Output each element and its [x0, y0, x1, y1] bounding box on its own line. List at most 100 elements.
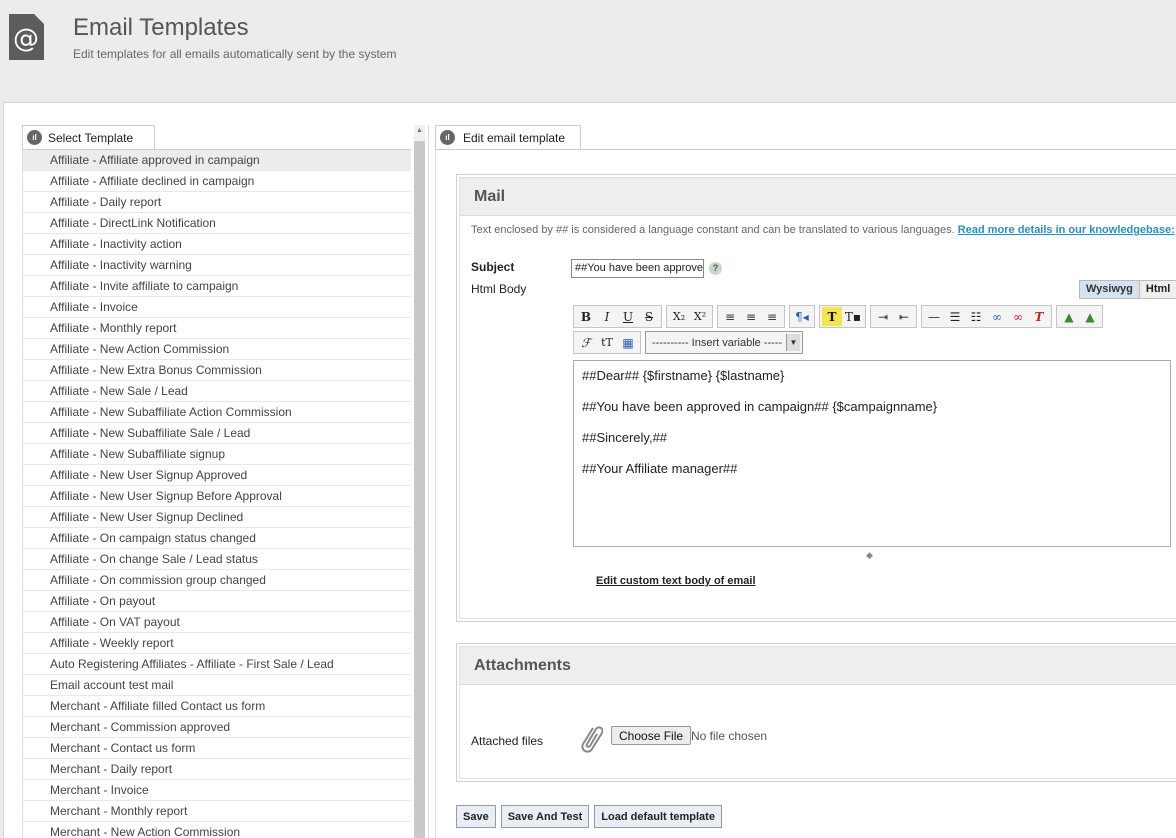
- template-list-item[interactable]: Affiliate - Affiliate declined in campai…: [23, 171, 411, 192]
- bold-button[interactable]: B: [576, 307, 596, 326]
- template-list-item[interactable]: Merchant - Contact us form: [23, 738, 411, 759]
- html-mode-button[interactable]: Html: [1139, 280, 1176, 299]
- edit-area: Mail Text enclosed by ## is considered a…: [435, 149, 1176, 838]
- align-right-icon[interactable]: ≡: [762, 307, 782, 326]
- tab-label: Select Template: [48, 130, 134, 145]
- outdent-icon[interactable]: ⇤: [894, 307, 914, 326]
- load-default-template-button[interactable]: Load default template: [594, 805, 722, 828]
- table-icon[interactable]: ▦: [618, 333, 638, 352]
- template-list-item[interactable]: Affiliate - Monthly report: [23, 318, 411, 339]
- subject-input[interactable]: ##You have been approve: [571, 259, 704, 278]
- subject-label: Subject: [471, 260, 515, 274]
- editor-mode-switch: Wysiwyg Html: [1079, 280, 1176, 299]
- template-list-item[interactable]: Affiliate - New Subaffiliate Sale / Lead: [23, 423, 411, 444]
- image-manager-icon[interactable]: ▲: [1080, 307, 1100, 326]
- text-direction-icon[interactable]: ¶◂: [792, 307, 812, 326]
- insert-variable-select[interactable]: ---------- Insert variable ----- ▼: [645, 331, 803, 354]
- scroll-up-arrow-icon[interactable]: ▲: [414, 125, 425, 137]
- template-list-item[interactable]: Merchant - Monthly report: [23, 801, 411, 822]
- choose-file-button[interactable]: Choose File: [611, 726, 692, 745]
- insert-image-icon[interactable]: ▲: [1059, 307, 1079, 326]
- wysiwyg-mode-button[interactable]: Wysiwyg: [1079, 280, 1140, 299]
- page-header: @ Email Templates Edit templates for all…: [0, 0, 1176, 100]
- font-family-icon[interactable]: ℱ: [576, 333, 596, 352]
- save-and-test-button[interactable]: Save And Test: [500, 805, 590, 828]
- template-list-item[interactable]: Affiliate - New Extra Bonus Commission: [23, 360, 411, 381]
- template-list-item[interactable]: Affiliate - New Subaffiliate Action Comm…: [23, 402, 411, 423]
- template-list-item[interactable]: Affiliate - Invoice: [23, 297, 411, 318]
- help-icon[interactable]: ?: [709, 262, 722, 275]
- template-list-item[interactable]: Merchant - New Action Commission: [23, 822, 411, 838]
- template-list-item[interactable]: Merchant - Affiliate filled Contact us f…: [23, 696, 411, 717]
- resize-handle-icon[interactable]: ◆: [866, 550, 873, 561]
- font-size-icon[interactable]: tT: [597, 333, 617, 352]
- html-body-label: Html Body: [471, 282, 527, 296]
- template-list-item[interactable]: Affiliate - New Sale / Lead: [23, 381, 411, 402]
- template-list-item[interactable]: Affiliate - Inactivity action: [23, 234, 411, 255]
- template-list-item[interactable]: Email account test mail: [23, 675, 411, 696]
- body-line: ##Your Affiliate manager##: [582, 461, 738, 476]
- panel-divider[interactable]: [428, 125, 429, 838]
- italic-button[interactable]: I: [597, 307, 617, 326]
- link-icon[interactable]: ∞: [987, 307, 1007, 326]
- align-left-icon[interactable]: ≡: [720, 307, 740, 326]
- template-list-item[interactable]: Merchant - Daily report: [23, 759, 411, 780]
- background-color-icon[interactable]: T▪: [843, 307, 863, 326]
- tab-edit-email-template[interactable]: ıl Edit email template: [435, 125, 581, 149]
- template-list-item[interactable]: Affiliate - New Action Commission: [23, 339, 411, 360]
- chart-icon: ıl: [440, 130, 455, 145]
- subscript-button[interactable]: X₂: [669, 307, 689, 326]
- template-list-item[interactable]: Affiliate - New User Signup Approved: [23, 465, 411, 486]
- template-list-item[interactable]: Affiliate - New Subaffiliate signup: [23, 444, 411, 465]
- body-line: ##You have been approved in campaign## {…: [582, 399, 938, 414]
- unordered-list-icon[interactable]: ☷: [966, 307, 986, 326]
- template-list-item[interactable]: Merchant - Invoice: [23, 780, 411, 801]
- horizontal-rule-icon[interactable]: —: [924, 307, 944, 326]
- template-list-item[interactable]: Affiliate - On campaign status changed: [23, 528, 411, 549]
- main-panel: ıl Select Template Affiliate - Affiliate…: [3, 102, 1176, 838]
- indent-icon[interactable]: ⇥: [873, 307, 893, 326]
- action-buttons: Save Save And Test Load default template: [456, 805, 722, 828]
- template-list-item[interactable]: Affiliate - On change Sale / Lead status: [23, 549, 411, 570]
- template-list-item[interactable]: Affiliate - DirectLink Notification: [23, 213, 411, 234]
- template-list-item[interactable]: Affiliate - Inactivity warning: [23, 255, 411, 276]
- scrollbar[interactable]: ▲: [414, 125, 425, 838]
- strikethrough-button[interactable]: S: [639, 307, 659, 326]
- text-color-icon[interactable]: T: [822, 307, 842, 326]
- template-list-item[interactable]: Affiliate - Invite affiliate to campaign: [23, 276, 411, 297]
- html-body-editor[interactable]: ##Dear## {$firstname} {$lastname} ##You h…: [573, 360, 1171, 547]
- ordered-list-icon[interactable]: ☰: [945, 307, 965, 326]
- paperclip-icon: [575, 722, 604, 758]
- language-notice: Text enclosed by ## is considered a lang…: [471, 224, 1175, 236]
- superscript-button[interactable]: X²: [690, 307, 710, 326]
- template-list-item[interactable]: Affiliate - On payout: [23, 591, 411, 612]
- mail-heading: Mail: [460, 178, 1176, 216]
- template-list-item[interactable]: Merchant - Commission approved: [23, 717, 411, 738]
- remove-format-icon[interactable]: T: [1029, 307, 1049, 326]
- save-button[interactable]: Save: [456, 805, 496, 828]
- knowledgebase-link[interactable]: Read more details in our knowledgebase:: [958, 224, 1175, 236]
- template-list-item[interactable]: Affiliate - On VAT payout: [23, 612, 411, 633]
- template-list: Affiliate - Affiliate approved in campai…: [22, 149, 411, 838]
- template-list-item[interactable]: Affiliate - New User Signup Before Appro…: [23, 486, 411, 507]
- attached-files-label: Attached files: [471, 734, 544, 748]
- at-sign-icon: @: [9, 14, 44, 60]
- scrollbar-thumb[interactable]: [414, 141, 425, 838]
- template-list-item[interactable]: Affiliate - On commission group changed: [23, 570, 411, 591]
- align-center-icon[interactable]: ≡: [741, 307, 761, 326]
- chevron-down-icon: ▼: [786, 334, 800, 351]
- template-list-item[interactable]: Auto Registering Affiliates - Affiliate …: [23, 654, 411, 675]
- underline-button[interactable]: U: [618, 307, 638, 326]
- edit-custom-text-link[interactable]: Edit custom text body of email: [596, 575, 756, 587]
- attachments-section: Attachments Attached files Choose File N…: [456, 643, 1176, 782]
- tab-select-template[interactable]: ıl Select Template: [22, 125, 155, 149]
- body-line: ##Dear## {$firstname} {$lastname}: [582, 368, 785, 383]
- no-file-text: No file chosen: [691, 729, 768, 743]
- template-list-item[interactable]: Affiliate - Weekly report: [23, 633, 411, 654]
- body-line: ##Sincerely,##: [582, 430, 668, 445]
- template-list-item[interactable]: Affiliate - New User Signup Declined: [23, 507, 411, 528]
- template-list-item[interactable]: Affiliate - Daily report: [23, 192, 411, 213]
- chart-icon: ıl: [27, 130, 42, 145]
- unlink-icon[interactable]: ∞: [1008, 307, 1028, 326]
- template-list-item[interactable]: Affiliate - Affiliate approved in campai…: [23, 150, 411, 171]
